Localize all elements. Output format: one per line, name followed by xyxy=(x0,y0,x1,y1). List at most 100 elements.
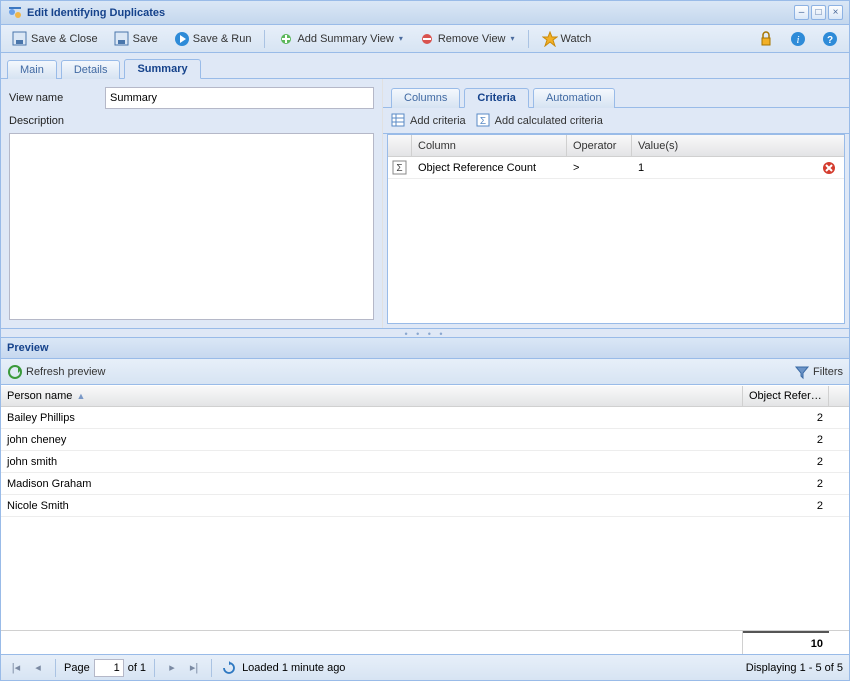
svg-text:i: i xyxy=(796,34,799,46)
page-of-label: of 1 xyxy=(128,662,146,674)
save-run-button[interactable]: Save & Run xyxy=(167,28,259,50)
toolbar-separator xyxy=(211,659,212,677)
criteria-row[interactable]: Σ Object Reference Count > 1 xyxy=(388,157,844,179)
preview-cell-name: Bailey Phillips xyxy=(1,407,743,428)
refresh-preview-button[interactable]: Refresh preview xyxy=(7,364,105,380)
main-tabstrip: Main Details Summary xyxy=(1,53,849,79)
help-button[interactable]: ? xyxy=(815,28,845,50)
criteria-grid-header: Column Operator Value(s) xyxy=(388,135,844,157)
preview-row[interactable]: Nicole Smith 2 xyxy=(1,495,849,517)
dropdown-arrow-icon: ▾ xyxy=(399,34,403,43)
dropdown-arrow-icon: ▾ xyxy=(511,34,515,43)
page-label: Page xyxy=(64,662,90,674)
sigma-icon: Σ xyxy=(392,160,408,176)
preview-cell-ref: 2 xyxy=(743,473,829,494)
toolbar-separator xyxy=(55,659,56,677)
subtab-columns[interactable]: Columns xyxy=(391,88,460,108)
info-icon: i xyxy=(790,31,806,47)
description-input[interactable] xyxy=(9,133,374,320)
view-name-input[interactable] xyxy=(105,87,374,109)
grid-add-icon xyxy=(391,113,407,129)
preview-total-ref: 10 xyxy=(743,631,829,654)
criteria-header-operator[interactable]: Operator xyxy=(567,135,632,156)
add-summary-view-button[interactable]: Add Summary View ▾ xyxy=(271,28,409,50)
criteria-header-column[interactable]: Column xyxy=(412,135,567,156)
criteria-header-values[interactable]: Value(s) xyxy=(632,135,814,156)
svg-text:?: ? xyxy=(827,35,833,46)
save-button[interactable]: Save xyxy=(107,28,165,50)
sort-asc-icon: ▲ xyxy=(76,391,85,401)
criteria-tabstrip: Columns Criteria Automation xyxy=(383,79,849,108)
add-icon xyxy=(278,31,294,47)
page-prev-button[interactable]: ◂ xyxy=(29,659,47,677)
preview-cell-ref: 2 xyxy=(743,451,829,472)
page-next-button[interactable]: ▸ xyxy=(163,659,181,677)
watch-button[interactable]: Watch xyxy=(535,28,599,50)
save-icon xyxy=(114,31,130,47)
criteria-column-cell: Object Reference Count xyxy=(412,157,567,178)
preview-header: Preview xyxy=(1,337,849,359)
preview-row[interactable]: Bailey Phillips 2 xyxy=(1,407,849,429)
preview-grid: Person name ▲ Object Refer… Bailey Phill… xyxy=(1,385,849,654)
lock-button[interactable] xyxy=(751,28,781,50)
toolbar-separator xyxy=(264,30,265,48)
view-name-label: View name xyxy=(9,92,105,104)
page-first-button[interactable]: |◂ xyxy=(7,659,25,677)
toolbar-separator xyxy=(154,659,155,677)
criteria-panel: Columns Criteria Automation Add criteria… xyxy=(383,79,849,328)
preview-cell-name: Madison Graham xyxy=(1,473,743,494)
play-icon xyxy=(174,31,190,47)
preview-row[interactable]: Madison Graham 2 xyxy=(1,473,849,495)
close-button[interactable]: × xyxy=(828,5,843,20)
titlebar: Edit Identifying Duplicates – □ × xyxy=(1,1,849,25)
add-calculated-criteria-button[interactable]: Σ Add calculated criteria xyxy=(476,113,603,129)
save-close-icon xyxy=(12,31,28,47)
preview-cell-ref: 2 xyxy=(743,495,829,516)
delete-criteria-button[interactable] xyxy=(821,160,837,176)
tab-main[interactable]: Main xyxy=(7,60,57,79)
preview-cell-ref: 2 xyxy=(743,407,829,428)
info-button[interactable]: i xyxy=(783,28,813,50)
preview-row[interactable]: john smith 2 xyxy=(1,451,849,473)
add-criteria-button[interactable]: Add criteria xyxy=(391,113,466,129)
svg-text:Σ: Σ xyxy=(396,163,402,174)
tab-summary[interactable]: Summary xyxy=(124,59,200,79)
tab-details[interactable]: Details xyxy=(61,60,121,79)
view-icon xyxy=(7,5,23,21)
remove-view-button[interactable]: Remove View ▾ xyxy=(412,28,522,50)
minimize-button[interactable]: – xyxy=(794,5,809,20)
maximize-button[interactable]: □ xyxy=(811,5,826,20)
filters-button[interactable]: Filters xyxy=(794,364,843,380)
remove-icon xyxy=(419,31,435,47)
preview-cell-name: john cheney xyxy=(1,429,743,450)
page-last-button[interactable]: ▸| xyxy=(185,659,203,677)
displaying-label: Displaying 1 - 5 of 5 xyxy=(746,662,843,674)
preview-cell-ref: 2 xyxy=(743,429,829,450)
svg-text:Σ: Σ xyxy=(480,116,486,127)
criteria-grid: Column Operator Value(s) Σ Object Refere… xyxy=(387,134,845,324)
splitter-handle[interactable]: • • • • xyxy=(1,329,849,337)
criteria-value-cell: 1 xyxy=(632,157,814,178)
preview-cell-name: Nicole Smith xyxy=(1,495,743,516)
page-refresh-button[interactable] xyxy=(220,659,238,677)
lock-icon xyxy=(758,31,774,47)
preview-header-object-ref[interactable]: Object Refer… xyxy=(743,386,829,406)
toolbar-separator xyxy=(528,30,529,48)
refresh-icon xyxy=(7,364,23,380)
loaded-label: Loaded 1 minute ago xyxy=(242,662,345,674)
edit-view-window: Edit Identifying Duplicates – □ × Save &… xyxy=(0,0,850,681)
preview-row[interactable]: john cheney 2 xyxy=(1,429,849,451)
preview-header-person-name[interactable]: Person name ▲ xyxy=(1,386,743,406)
preview-total-row: 10 xyxy=(1,630,849,654)
paging-toolbar: |◂ ◂ Page of 1 ▸ ▸| Loaded 1 minute ago … xyxy=(1,654,849,680)
preview-cell-name: john smith xyxy=(1,451,743,472)
description-label: Description xyxy=(9,115,105,127)
preview-toolbar: Refresh preview Filters xyxy=(1,359,849,385)
save-close-button[interactable]: Save & Close xyxy=(5,28,105,50)
sigma-icon: Σ xyxy=(476,113,492,129)
main-toolbar: Save & Close Save Save & Run Add Summary… xyxy=(1,25,849,53)
page-current-input[interactable] xyxy=(94,659,124,677)
subtab-automation[interactable]: Automation xyxy=(533,88,615,108)
view-form-panel: View name Description xyxy=(1,79,383,328)
subtab-criteria[interactable]: Criteria xyxy=(464,88,529,108)
